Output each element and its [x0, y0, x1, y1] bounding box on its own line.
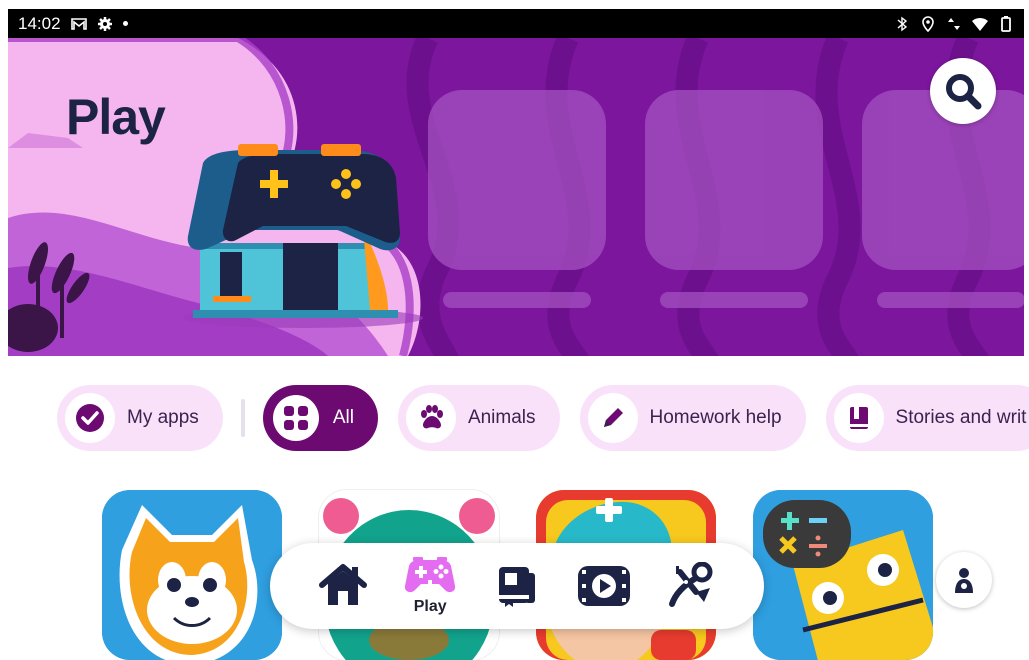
scissors-icon	[668, 562, 713, 607]
chip-icon-wrap	[270, 393, 321, 443]
nav-home[interactable]	[308, 563, 378, 609]
nav-play-label: Play	[413, 598, 447, 615]
paw-icon	[420, 405, 443, 429]
parent-profile-icon	[955, 568, 973, 593]
chip-homework-help[interactable]: Homework help	[579, 385, 806, 451]
chip-icon-circle	[272, 395, 319, 441]
hero-banner: Play	[8, 38, 1024, 356]
chip-label: All	[332, 407, 354, 428]
search-icon	[946, 74, 982, 110]
nav-play[interactable]: Play	[395, 556, 465, 616]
books-icon	[498, 567, 535, 607]
hero-illustration	[8, 38, 1024, 356]
settings-icon	[97, 16, 112, 31]
pencil-icon	[603, 408, 623, 427]
video-icon	[577, 566, 630, 606]
chip-divider	[240, 399, 245, 437]
category-chips: My apps All Animals Homework help Storie…	[57, 384, 1029, 452]
chip-label: My apps	[127, 407, 199, 428]
check-circle-icon	[76, 404, 104, 432]
nav-books[interactable]	[482, 563, 552, 609]
grid-icon	[283, 406, 308, 430]
nav-video[interactable]	[569, 564, 639, 608]
chip-label: Homework help	[649, 407, 782, 428]
app-tile-math[interactable]	[753, 490, 933, 660]
status-bar: 14:02	[8, 9, 1024, 38]
dot-icon	[122, 21, 128, 26]
book-icon	[849, 407, 868, 429]
wifi-icon	[972, 17, 988, 31]
chip-animals[interactable]: Animals	[397, 385, 560, 451]
battery-icon	[1001, 15, 1011, 32]
chip-my-apps[interactable]: My apps	[57, 385, 223, 451]
chip-label: Stories and writ	[895, 407, 1027, 428]
chip-icon-wrap	[405, 393, 456, 443]
math-app-icon	[753, 490, 933, 660]
search-button[interactable]	[930, 58, 996, 124]
bottom-navigation: Play	[270, 543, 764, 629]
chip-label: Animals	[467, 407, 536, 428]
location-icon	[922, 15, 934, 32]
data-arrows-icon	[948, 17, 960, 30]
chip-icon-wrap	[587, 393, 638, 443]
nav-create[interactable]	[656, 562, 726, 610]
parent-profile-button[interactable]	[936, 552, 992, 608]
status-time: 14:02	[18, 13, 61, 33]
gamepad-icon	[405, 557, 456, 593]
page-title: Play	[66, 89, 166, 145]
chip-all[interactable]: All	[262, 385, 378, 451]
chip-stories-and-writing[interactable]: Stories and writ	[825, 385, 1029, 451]
cat-app-icon	[102, 490, 282, 660]
gmail-icon	[70, 17, 87, 30]
app-tile-cat[interactable]	[102, 490, 282, 660]
bluetooth-icon	[897, 16, 908, 31]
home-icon	[319, 564, 368, 605]
chip-icon-wrap	[833, 393, 884, 443]
chip-icon-wrap	[65, 393, 115, 443]
